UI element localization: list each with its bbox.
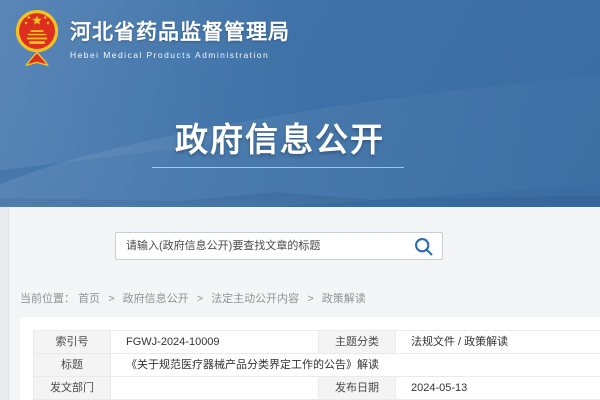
breadcrumb: 当前位置： 首页 > 政府信息公开 > 法定主动公开内容 > 政策解读 bbox=[20, 290, 366, 306]
search-button[interactable] bbox=[413, 236, 434, 257]
table-row: 发文部门 发布日期 2024-05-13 bbox=[34, 377, 600, 400]
breadcrumb-item-info-disclosure[interactable]: 政府信息公开 bbox=[123, 293, 189, 305]
breadcrumb-item-statutory-content[interactable]: 法定主动公开内容 bbox=[211, 293, 299, 305]
search-input[interactable] bbox=[116, 233, 406, 259]
field-value-index-number: FGWJ-2024-10009 bbox=[111, 331, 319, 354]
org-name-zh: 河北省药品监督管理局 bbox=[70, 16, 290, 46]
table-row: 标题 《关于规范医疗器械产品分类界定工作的公告》解读 bbox=[34, 354, 600, 377]
field-value-topic-category: 法规文件 / 政策解读 bbox=[396, 331, 600, 354]
document-info-card: 索引号 FGWJ-2024-10009 主题分类 法规文件 / 政策解读 标题 … bbox=[20, 317, 600, 400]
breadcrumb-separator: > bbox=[108, 293, 114, 305]
field-label-index-number: 索引号 bbox=[34, 331, 111, 354]
title-underline bbox=[152, 167, 404, 168]
search-box bbox=[115, 232, 443, 260]
left-gutter bbox=[0, 207, 9, 400]
table-row: 索引号 FGWJ-2024-10009 主题分类 法规文件 / 政策解读 bbox=[34, 331, 600, 354]
field-label-issuing-department: 发文部门 bbox=[34, 377, 111, 400]
breadcrumb-separator: > bbox=[197, 293, 203, 305]
document-info-table: 索引号 FGWJ-2024-10009 主题分类 法规文件 / 政策解读 标题 … bbox=[33, 330, 600, 400]
field-value-title: 《关于规范医疗器械产品分类界定工作的公告》解读 bbox=[111, 354, 600, 377]
header-banner: 河北省药品监督管理局 Hebei Medical Products Admini… bbox=[0, 0, 600, 207]
site-brand[interactable]: 河北省药品监督管理局 Hebei Medical Products Admini… bbox=[14, 8, 290, 68]
field-value-issuing-department bbox=[111, 377, 319, 400]
field-value-publish-date: 2024-05-13 bbox=[396, 377, 600, 400]
national-emblem-icon bbox=[14, 8, 60, 68]
field-label-title: 标题 bbox=[34, 354, 111, 377]
page: 河北省药品监督管理局 Hebei Medical Products Admini… bbox=[0, 0, 600, 400]
field-label-publish-date: 发布日期 bbox=[319, 377, 396, 400]
field-label-topic-category: 主题分类 bbox=[319, 331, 396, 354]
breadcrumb-separator: > bbox=[307, 293, 313, 305]
brand-text: 河北省药品监督管理局 Hebei Medical Products Admini… bbox=[70, 8, 290, 60]
breadcrumb-prefix: 当前位置： bbox=[20, 293, 75, 305]
breadcrumb-item-home[interactable]: 首页 bbox=[78, 293, 100, 305]
page-title: 政府信息公开 bbox=[0, 113, 560, 161]
breadcrumb-item-policy-interpretation[interactable]: 政策解读 bbox=[322, 293, 366, 305]
org-name-en: Hebei Medical Products Administration bbox=[70, 50, 290, 60]
search-icon bbox=[413, 236, 434, 257]
